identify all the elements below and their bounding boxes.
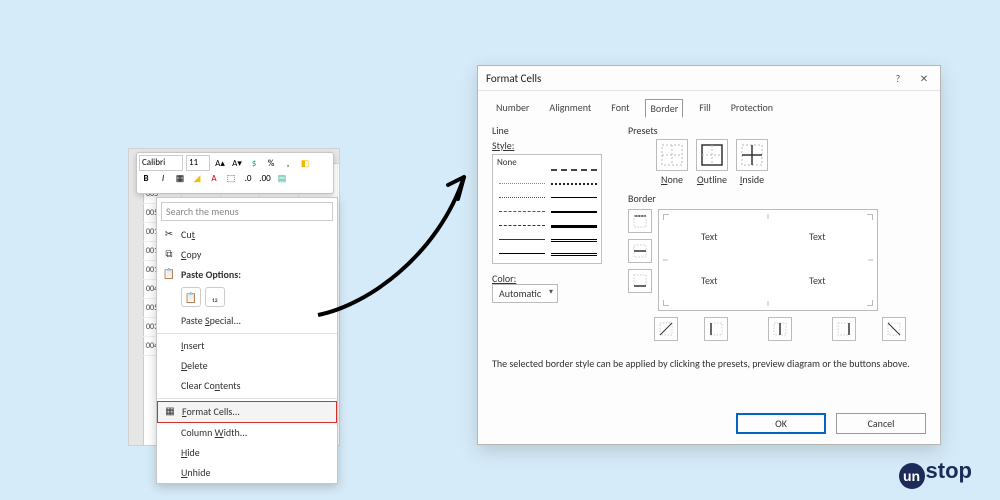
- line-style-list[interactable]: None: [492, 154, 602, 264]
- tab-protection[interactable]: Protection: [727, 99, 777, 118]
- borders-icon[interactable]: ▦: [173, 171, 187, 185]
- menu-column-width[interactable]: Column Width...: [157, 423, 337, 443]
- format-cells-dialog: Format Cells ? ✕ Number Alignment Font B…: [477, 65, 941, 445]
- presets-label: Presets: [628, 124, 926, 137]
- tab-font[interactable]: Font: [607, 99, 633, 118]
- help-icon[interactable]: ?: [890, 70, 906, 86]
- menu-insert[interactable]: Insert: [157, 336, 337, 356]
- paste-default-icon[interactable]: 📋: [181, 287, 201, 307]
- clipboard-icon: 📋: [162, 267, 176, 281]
- logo-circle-icon: un: [899, 463, 925, 489]
- conditional-format-icon[interactable]: ▤: [275, 171, 289, 185]
- dialog-title: Format Cells: [486, 72, 541, 85]
- menu-unhide[interactable]: Unhide: [157, 463, 337, 483]
- style-label: Style:: [492, 139, 610, 152]
- connector-arrow: [308, 155, 488, 325]
- border-vmid-button[interactable]: [768, 317, 792, 341]
- menu-clear-contents[interactable]: Clear Contents: [157, 376, 337, 396]
- dialog-tabs: Number Alignment Font Border Fill Protec…: [492, 99, 926, 118]
- scissors-icon: ✂: [162, 227, 176, 241]
- border-right-button[interactable]: [832, 317, 856, 341]
- border-bottom-button[interactable]: [628, 269, 652, 293]
- preset-none-button[interactable]: [656, 139, 688, 171]
- decrease-decimal-icon[interactable]: .0: [241, 171, 255, 185]
- mini-toolbar: Calibri 11 A▴ A▾ $ % , ◧ B I ▦ ◢ A ⬚ .0 …: [136, 152, 334, 194]
- decrease-font-icon[interactable]: A▾: [230, 156, 244, 170]
- preview-text: Text: [809, 230, 826, 243]
- format-cells-icon: ▦: [163, 404, 177, 418]
- border-top-button[interactable]: [628, 209, 652, 233]
- cancel-button[interactable]: Cancel: [836, 413, 926, 434]
- paste-values-icon[interactable]: ₁₂: [205, 287, 225, 307]
- border-diag-down-button[interactable]: [882, 317, 906, 341]
- accounting-format-icon[interactable]: $: [247, 156, 261, 170]
- tab-alignment[interactable]: Alignment: [545, 99, 595, 118]
- percent-format-icon[interactable]: %: [264, 156, 278, 170]
- preset-inside-label: Inside: [740, 173, 764, 186]
- tab-fill[interactable]: Fill: [695, 99, 714, 118]
- dialog-help-text: The selected border style can be applied…: [492, 357, 926, 370]
- font-color-icon[interactable]: A: [207, 171, 221, 185]
- tab-number[interactable]: Number: [492, 99, 533, 118]
- close-icon[interactable]: ✕: [916, 70, 932, 86]
- tab-border[interactable]: Border: [645, 99, 683, 118]
- preview-text: Text: [809, 274, 826, 287]
- comma-format-icon[interactable]: ,: [281, 156, 295, 170]
- preset-outline-button[interactable]: [696, 139, 728, 171]
- border-hmid-button[interactable]: [628, 239, 652, 263]
- border-label: Border: [628, 192, 926, 205]
- menu-hide[interactable]: Hide: [157, 443, 337, 463]
- border-diag-up-button[interactable]: [654, 317, 678, 341]
- dialog-titlebar: Format Cells ? ✕: [478, 66, 940, 91]
- line-style-none[interactable]: None: [497, 157, 517, 168]
- preset-inside-button[interactable]: [736, 139, 768, 171]
- preview-text: Text: [701, 230, 718, 243]
- line-group: Line Style: None: [492, 124, 610, 341]
- font-size-select[interactable]: 11: [186, 155, 210, 171]
- menu-delete[interactable]: Delete: [157, 356, 337, 376]
- border-left-button[interactable]: [704, 317, 728, 341]
- increase-font-icon[interactable]: A▴: [213, 156, 227, 170]
- line-label: Line: [492, 124, 610, 137]
- copy-icon: ⧉: [162, 247, 176, 261]
- font-name-select[interactable]: Calibri: [139, 155, 183, 171]
- preset-outline-label: Outline: [697, 173, 727, 186]
- fill-color-icon[interactable]: ◢: [190, 171, 204, 185]
- bold-button[interactable]: B: [139, 171, 153, 185]
- preview-text: Text: [701, 274, 718, 287]
- menu-format-cells[interactable]: ▦ Format Cells...: [157, 401, 337, 423]
- color-select[interactable]: Automatic: [492, 284, 558, 303]
- unstop-logo: unstop: [899, 458, 972, 486]
- ok-button[interactable]: OK: [736, 413, 826, 434]
- italic-button[interactable]: I: [156, 171, 170, 185]
- border-preview[interactable]: Text Text Text Text: [658, 209, 878, 311]
- presets-row: None Outline Inside: [656, 139, 926, 186]
- preset-none-label: None: [661, 173, 683, 186]
- merge-icon[interactable]: ⬚: [224, 171, 238, 185]
- increase-decimal-icon[interactable]: .00: [258, 171, 272, 185]
